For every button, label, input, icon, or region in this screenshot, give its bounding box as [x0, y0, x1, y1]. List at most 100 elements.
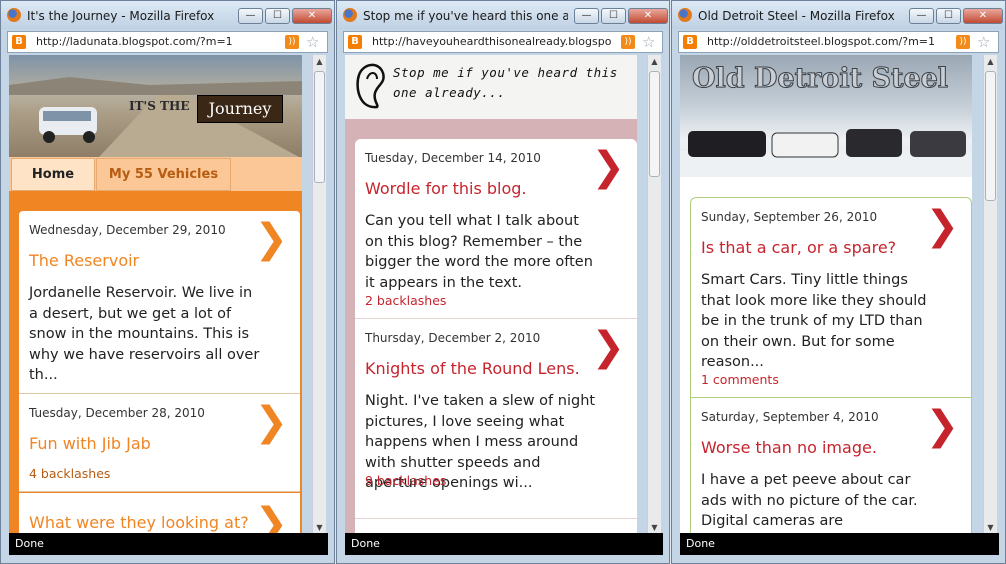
chevron-right-icon[interactable]: ❯: [591, 327, 625, 367]
post-title[interactable]: Knights of the Round Lens.: [365, 359, 580, 378]
scroll-up-arrow-icon[interactable]: ▲: [984, 55, 997, 69]
chevron-right-icon[interactable]: ❯: [925, 406, 959, 446]
post-excerpt: I have a pet peeve about car ads with no…: [701, 472, 918, 529]
maximize-button[interactable]: ☐: [601, 8, 626, 24]
status-bar: Done: [9, 533, 328, 555]
header-handwritten-title: Stop me if you've heard this one already…: [393, 65, 618, 100]
title-bar[interactable]: It's the Journey - Mozilla Firefox — ☐ ✕: [1, 1, 334, 29]
post-list: Sunday, September 26, 2010 Is that a car…: [690, 197, 972, 535]
post-date: Saturday, September 4, 2010: [701, 410, 879, 424]
blog-header-image: Stop me if you've heard this one already…: [345, 55, 637, 119]
blogger-icon: B: [348, 35, 362, 49]
browser-window-journey: It's the Journey - Mozilla Firefox — ☐ ✕…: [0, 0, 335, 564]
ear-icon: [356, 63, 385, 109]
close-button[interactable]: ✕: [292, 8, 332, 24]
post-excerpt: Can you tell what I talk about on this b…: [365, 213, 593, 291]
bookmark-star-icon[interactable]: ☆: [977, 33, 990, 51]
chevron-right-icon[interactable]: ❯: [254, 402, 288, 442]
chevron-right-icon[interactable]: ❯: [254, 503, 288, 535]
post-card[interactable]: Tuesday, December 28, 2010 Fun with Jib …: [19, 394, 300, 492]
post-comment-count[interactable]: 9 backlashes: [365, 473, 446, 488]
title-bar[interactable]: Stop me if you've heard this one alre...…: [337, 1, 669, 29]
tab-bar: Home My 55 Vehicles: [9, 157, 302, 191]
post-title[interactable]: Is that a car, or a spare?: [701, 238, 896, 257]
scrollbar[interactable]: ▲ ▼: [983, 55, 997, 535]
header-title-sign: Journey: [197, 95, 283, 123]
post-comment-count[interactable]: 1 comments: [701, 372, 779, 387]
post-date: Thursday, December 2, 2010: [365, 331, 541, 345]
post-card[interactable]: Sunday, September 26, 2010 Is that a car…: [691, 198, 971, 398]
url-text[interactable]: http://olddetroitsteel.blogspot.com/?m=1: [707, 35, 947, 48]
address-bar[interactable]: B http://ladunata.blogspot.com/?m=1 )) ☆: [7, 31, 328, 53]
post-excerpt: Smart Cars. Tiny little things that look…: [701, 272, 927, 370]
post-card[interactable]: Tuesday, December 14, 2010 Wordle for th…: [355, 139, 637, 319]
post-date: Sunday, September 26, 2010: [701, 210, 878, 224]
page-viewport: Old Detroit Steel Sunday, September 26, …: [680, 55, 972, 535]
window-title: Old Detroit Steel - Mozilla Firefox: [698, 9, 895, 23]
scroll-up-arrow-icon[interactable]: ▲: [313, 55, 326, 69]
tab-my-55-vehicles[interactable]: My 55 Vehicles: [96, 158, 231, 191]
rss-icon[interactable]: )): [621, 35, 635, 49]
post-title[interactable]: The Reservoir: [29, 251, 139, 270]
maximize-button[interactable]: ☐: [265, 8, 290, 24]
tab-home[interactable]: Home: [11, 158, 95, 191]
blogger-icon: B: [683, 35, 697, 49]
chevron-right-icon[interactable]: ❯: [925, 206, 959, 246]
scroll-thumb[interactable]: [649, 71, 660, 177]
address-bar[interactable]: B http://olddetroitsteel.blogspot.com/?m…: [678, 31, 999, 53]
page-viewport: Stop me if you've heard this one already…: [345, 55, 637, 535]
scroll-up-arrow-icon[interactable]: ▲: [648, 55, 661, 69]
firefox-icon: [7, 8, 21, 22]
firefox-icon: [678, 8, 692, 22]
classic-cars-illustration: [680, 129, 972, 177]
minimize-button[interactable]: —: [238, 8, 263, 24]
scrollbar[interactable]: ▲ ▼: [312, 55, 326, 535]
maximize-button[interactable]: ☐: [936, 8, 961, 24]
page-viewport: IT'S THE Journey Home My 55 Vehicles Wed…: [9, 55, 302, 535]
minimize-button[interactable]: —: [909, 8, 934, 24]
window-title: It's the Journey - Mozilla Firefox: [27, 9, 215, 23]
post-card[interactable]: Thursday, December 2, 2010 Knights of th…: [355, 319, 637, 519]
post-title[interactable]: Worse than no image.: [701, 438, 877, 457]
scroll-thumb[interactable]: [314, 71, 325, 183]
minimize-button[interactable]: —: [574, 8, 599, 24]
chevron-right-icon[interactable]: ❯: [254, 219, 288, 259]
blog-header-image: IT'S THE Journey: [9, 55, 302, 157]
post-title[interactable]: Wordle for this blog.: [365, 179, 527, 198]
post-card[interactable]: Saturday, September 4, 2010 Worse than n…: [691, 398, 971, 535]
url-text[interactable]: http://ladunata.blogspot.com/?m=1: [36, 35, 266, 48]
scroll-thumb[interactable]: [985, 71, 996, 201]
url-text[interactable]: http://haveyouheardthisonealready.blogsp…: [372, 35, 617, 48]
status-bar: Done: [345, 533, 663, 555]
status-bar: Done: [680, 533, 999, 555]
bookmark-star-icon[interactable]: ☆: [642, 33, 655, 51]
post-list: Tuesday, December 14, 2010 Wordle for th…: [355, 139, 637, 535]
bookmark-star-icon[interactable]: ☆: [306, 33, 319, 51]
post-date: Wednesday, December 29, 2010: [29, 223, 226, 237]
title-bar[interactable]: Old Detroit Steel - Mozilla Firefox — ☐ …: [672, 1, 1005, 29]
rss-icon[interactable]: )): [285, 35, 299, 49]
post-title[interactable]: Fun with Jib Jab: [29, 434, 151, 453]
post-card[interactable]: What were they looking at? ❯: [19, 493, 300, 535]
browser-window-old-detroit-steel: Old Detroit Steel - Mozilla Firefox — ☐ …: [671, 0, 1006, 564]
scrollbar[interactable]: ▲ ▼: [647, 55, 661, 535]
post-card[interactable]: Wednesday, December 29, 2010 The Reservo…: [19, 211, 300, 394]
header-prefix-text: IT'S THE: [129, 99, 190, 113]
post-date: Tuesday, December 28, 2010: [29, 406, 205, 420]
post-title[interactable]: What were they looking at?: [29, 513, 249, 532]
blogger-icon: B: [12, 35, 26, 49]
chevron-right-icon[interactable]: ❯: [591, 147, 625, 187]
post-comment-count[interactable]: 2 backlashes: [365, 293, 446, 308]
close-button[interactable]: ✕: [963, 8, 1003, 24]
close-button[interactable]: ✕: [628, 8, 668, 24]
post-list: Wednesday, December 29, 2010 The Reservo…: [19, 211, 300, 535]
rss-icon[interactable]: )): [956, 35, 970, 49]
post-comment-count[interactable]: 4 backlashes: [29, 466, 110, 481]
post-excerpt: Jordanelle Reservoir. We live in a deser…: [29, 285, 260, 383]
window-title: Stop me if you've heard this one alre...: [363, 9, 568, 23]
browser-window-stop-me: Stop me if you've heard this one alre...…: [336, 0, 670, 564]
firefox-icon: [343, 8, 357, 22]
address-bar[interactable]: B http://haveyouheardthisonealready.blog…: [343, 31, 663, 53]
blog-header-image: Old Detroit Steel: [680, 55, 972, 177]
post-date: Tuesday, December 14, 2010: [365, 151, 541, 165]
